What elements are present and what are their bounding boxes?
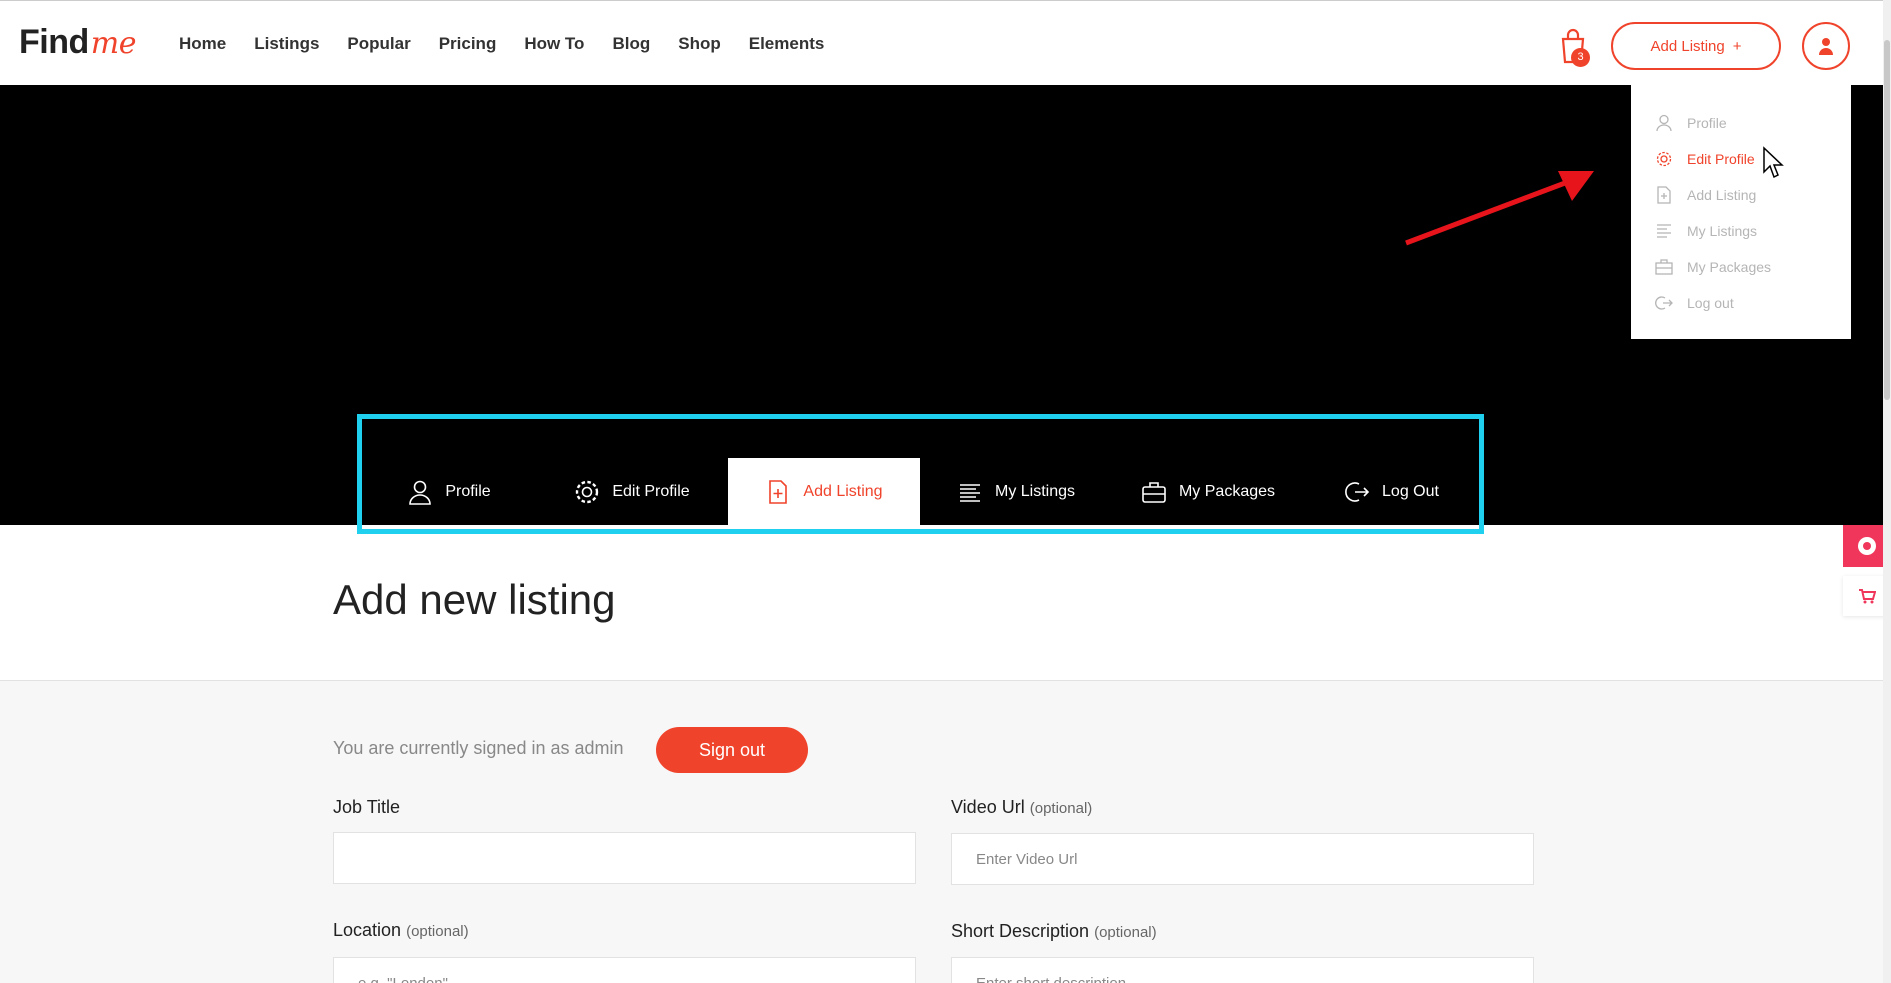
nav-shop[interactable]: Shop xyxy=(678,34,721,54)
cart-count-badge: 3 xyxy=(1571,48,1590,67)
list-icon xyxy=(1657,224,1671,238)
add-listing-label: Add Listing xyxy=(1650,37,1725,55)
nav-elements[interactable]: Elements xyxy=(749,34,825,54)
user-dropdown-menu: Profile Edit Profile Add Listing My List… xyxy=(1631,85,1851,339)
plus-icon: + xyxy=(1732,37,1742,55)
scrollbar-thumb[interactable] xyxy=(1884,40,1890,400)
user-icon xyxy=(409,480,432,505)
nav-listings[interactable]: Listings xyxy=(254,34,319,54)
short-description-field[interactable] xyxy=(951,957,1534,983)
dropdown-item-edit-profile[interactable]: Edit Profile xyxy=(1631,141,1851,177)
job-title-label: Job Title xyxy=(333,797,401,817)
mouse-cursor-icon xyxy=(1763,146,1784,179)
short-description-label: Short Description (optional) xyxy=(951,921,1157,941)
tab-my-listings[interactable]: My Listings xyxy=(920,458,1112,525)
dropdown-item-log-out[interactable]: Log out xyxy=(1631,285,1851,321)
dashboard-tabs: Profile Edit Profile Add Listing My List… xyxy=(362,458,1479,525)
location-field[interactable] xyxy=(333,957,916,983)
tab-my-packages[interactable]: My Packages xyxy=(1112,458,1304,525)
short-description-input[interactable] xyxy=(976,974,1533,983)
nav-pricing[interactable]: Pricing xyxy=(439,34,497,54)
page-title: Add new listing xyxy=(333,576,616,623)
dropdown-item-my-listings[interactable]: My Listings xyxy=(1631,213,1851,249)
tab-log-out[interactable]: Log Out xyxy=(1304,458,1479,525)
nav-popular[interactable]: Popular xyxy=(347,34,410,54)
job-title-field[interactable] xyxy=(333,832,916,884)
sign-out-button[interactable]: Sign out xyxy=(656,727,808,773)
gear-icon xyxy=(1656,151,1672,167)
tab-edit-profile[interactable]: Edit Profile xyxy=(536,458,728,525)
video-url-label: Video Url (optional) xyxy=(951,797,1093,817)
logout-icon xyxy=(1345,481,1370,502)
tab-add-listing[interactable]: Add Listing xyxy=(728,458,920,525)
location-label: Location (optional) xyxy=(333,920,469,940)
tab-profile[interactable]: Profile xyxy=(362,458,536,525)
signed-in-text: You are currently signed in as admin xyxy=(333,738,624,758)
site-header: Findme Home Listings Popular Pricing How… xyxy=(0,0,1891,85)
logout-icon xyxy=(1655,296,1673,310)
dropdown-item-profile[interactable]: Profile xyxy=(1631,105,1851,141)
dropdown-item-add-listing[interactable]: Add Listing xyxy=(1631,177,1851,213)
briefcase-icon xyxy=(1655,259,1673,275)
annotation-arrow xyxy=(1405,171,1594,246)
file-plus-icon xyxy=(1657,186,1671,204)
video-url-field[interactable] xyxy=(951,833,1534,885)
chat-bubble-icon xyxy=(1858,537,1876,555)
add-listing-button[interactable]: Add Listing + xyxy=(1611,22,1781,70)
gear-icon xyxy=(576,480,599,503)
location-input[interactable] xyxy=(358,974,915,983)
cart-icon xyxy=(1859,589,1876,604)
nav-how-to[interactable]: How To xyxy=(524,34,584,54)
main-nav: Home Listings Popular Pricing How To Blo… xyxy=(179,34,824,54)
nav-blog[interactable]: Blog xyxy=(612,34,650,54)
dropdown-item-my-packages[interactable]: My Packages xyxy=(1631,249,1851,285)
job-title-input[interactable] xyxy=(358,849,915,867)
listing-form-area xyxy=(0,681,1891,983)
site-logo[interactable]: Findme xyxy=(19,23,136,62)
user-icon xyxy=(1819,38,1833,55)
user-menu-button[interactable] xyxy=(1802,22,1850,70)
video-url-input[interactable] xyxy=(976,850,1533,868)
briefcase-icon xyxy=(1142,481,1166,503)
nav-home[interactable]: Home xyxy=(179,34,226,54)
user-icon xyxy=(1656,114,1672,132)
list-icon xyxy=(959,483,980,502)
file-plus-icon xyxy=(769,479,788,504)
